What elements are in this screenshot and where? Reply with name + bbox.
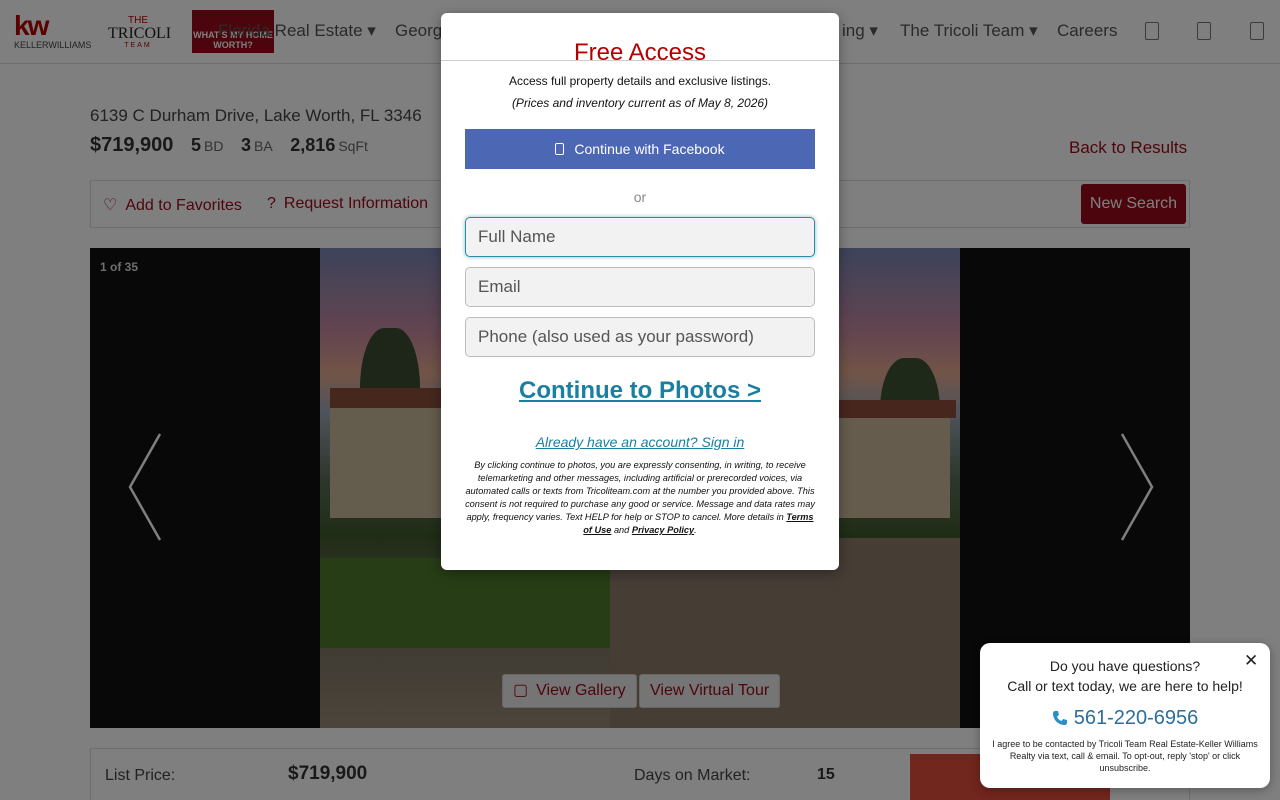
sign-in-link[interactable]: Already have an account? Sign in	[441, 434, 839, 450]
consent-and: and	[611, 525, 632, 535]
free-access-modal: Free Access Access full property details…	[441, 13, 839, 570]
modal-inventory-note: (Prices and inventory current as of May …	[511, 96, 769, 110]
modal-divider	[441, 60, 839, 61]
chat-prompt: Call or text today, we are here to help!	[1007, 678, 1243, 694]
chat-phone-link[interactable]: 561-220-6956	[980, 707, 1270, 730]
consent-text: By clicking continue to photos, you are …	[465, 459, 815, 537]
continue-to-photos-button[interactable]: Continue to Photos >	[441, 377, 839, 405]
chat-consent-text: I agree to be contacted by Tricoli Team …	[992, 739, 1258, 773]
modal-subtitle: Access full property details and exclusi…	[508, 74, 772, 88]
chat-widget: ✕ Do you have questions? Call or text to…	[980, 643, 1270, 788]
facebook-icon	[555, 143, 565, 155]
consent-body: By clicking continue to photos, you are …	[465, 460, 815, 522]
continue-with-facebook-button[interactable]: Continue with Facebook	[465, 129, 815, 169]
chat-phone-number: 561-220-6956	[1073, 707, 1199, 729]
email-input[interactable]	[465, 267, 815, 307]
phone-icon	[1052, 711, 1067, 725]
or-divider: or	[633, 189, 647, 205]
consent-period: .	[694, 525, 697, 535]
full-name-input[interactable]	[465, 217, 815, 257]
privacy-policy-link[interactable]: Privacy Policy	[632, 525, 694, 535]
phone-input[interactable]	[465, 317, 815, 357]
modal-title: Free Access	[573, 39, 707, 66]
chat-question: Do you have questions?	[1049, 658, 1201, 674]
facebook-button-label: Continue with Facebook	[574, 141, 725, 157]
